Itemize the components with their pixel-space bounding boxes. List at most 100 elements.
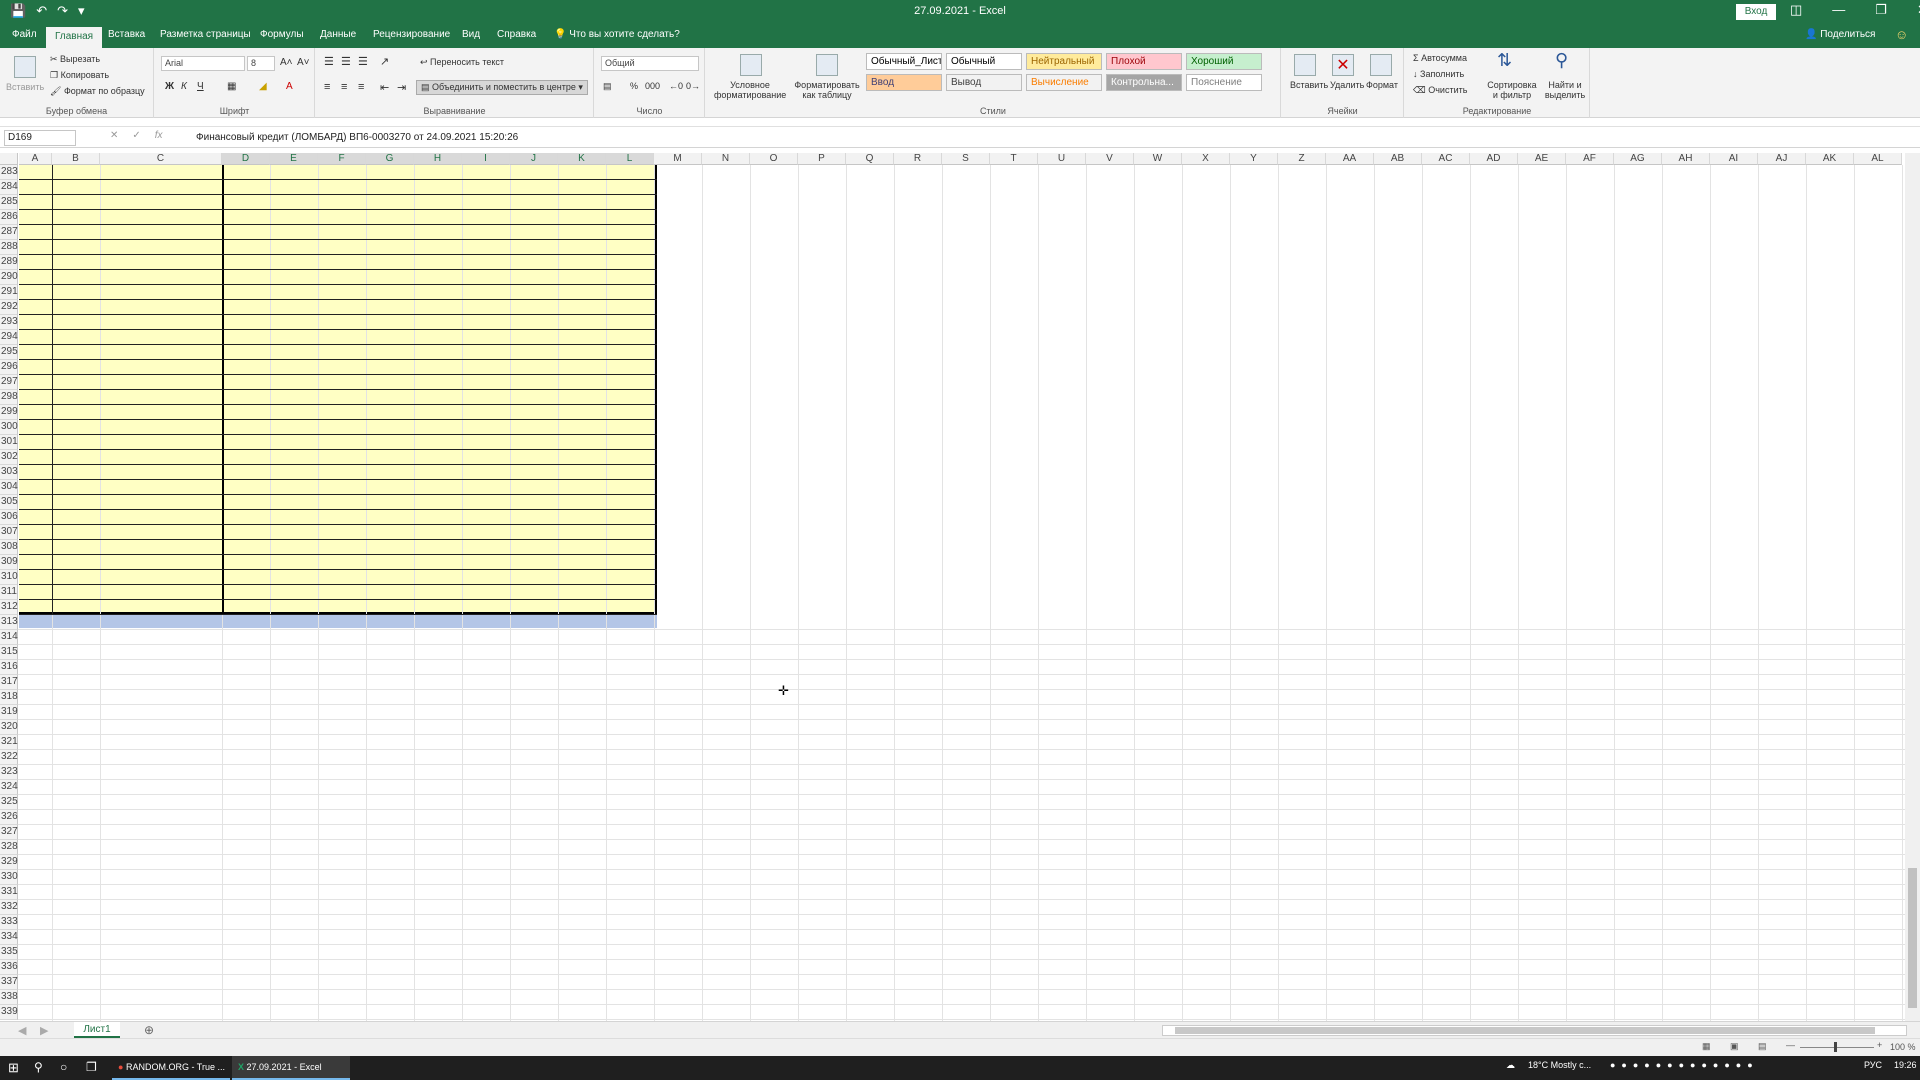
tab-review[interactable]: Рецензирование — [373, 29, 450, 40]
search-icon[interactable]: ⚲ — [34, 1060, 43, 1076]
accounting-format-icon[interactable]: ▤ — [603, 81, 612, 92]
row-header[interactable]: 287 — [0, 225, 18, 240]
row-header[interactable]: 335 — [0, 945, 18, 960]
taskbar-app-browser[interactable]: ● RANDOM.ORG - True ... — [112, 1056, 230, 1080]
zoom-slider-thumb[interactable] — [1834, 1042, 1837, 1052]
tab-view[interactable]: Вид — [462, 29, 480, 40]
row-header[interactable]: 301 — [0, 435, 18, 450]
tab-home[interactable]: Главная — [46, 27, 103, 48]
increase-decimal-icon[interactable]: ←0 — [669, 81, 683, 91]
bold-button[interactable]: Ж — [165, 81, 174, 92]
row-header[interactable]: 318 — [0, 690, 18, 705]
cell-style-item[interactable]: Контрольна... — [1106, 74, 1182, 91]
sort-filter-button[interactable]: Сортировка и фильтр — [1487, 80, 1537, 100]
row-header[interactable]: 289 — [0, 255, 18, 270]
row-header[interactable]: 321 — [0, 735, 18, 750]
column-header[interactable]: I — [462, 153, 510, 165]
column-header[interactable]: G — [366, 153, 414, 165]
horizontal-scroll-thumb[interactable] — [1175, 1027, 1875, 1034]
row-header[interactable]: 337 — [0, 975, 18, 990]
column-header[interactable]: AJ — [1758, 153, 1806, 165]
row-header[interactable]: 324 — [0, 780, 18, 795]
insert-function-icon[interactable]: fx — [155, 130, 163, 141]
column-header[interactable]: AD — [1470, 153, 1518, 165]
start-icon[interactable]: ⊞ — [8, 1060, 19, 1076]
percent-icon[interactable]: % — [630, 81, 638, 91]
find-select-icon[interactable]: ⚲ — [1555, 50, 1568, 71]
column-header[interactable]: X — [1182, 153, 1230, 165]
column-header[interactable]: AI — [1710, 153, 1758, 165]
column-header[interactable]: D — [222, 153, 270, 165]
column-header[interactable]: M — [654, 153, 702, 165]
column-header[interactable]: AL — [1854, 153, 1902, 165]
number-format-select[interactable]: Общий — [601, 56, 699, 71]
tab-page-layout[interactable]: Разметка страницы — [160, 29, 251, 40]
tab-data[interactable]: Данные — [320, 29, 356, 40]
sheet-prev-icon[interactable]: ◀ — [18, 1024, 26, 1037]
row-header[interactable]: 311 — [0, 585, 18, 600]
cell-style-item[interactable]: Вывод — [946, 74, 1022, 91]
decrease-decimal-icon[interactable]: 0→ — [686, 81, 700, 91]
cell-style-item[interactable]: Обычный_Лист1 — [866, 53, 942, 70]
row-header[interactable]: 292 — [0, 300, 18, 315]
row-header[interactable]: 310 — [0, 570, 18, 585]
row-header[interactable]: 329 — [0, 855, 18, 870]
column-header[interactable]: L — [606, 153, 654, 165]
row-header[interactable]: 298 — [0, 390, 18, 405]
row-header[interactable]: 284 — [0, 180, 18, 195]
column-header[interactable]: P — [798, 153, 846, 165]
cell-style-item[interactable]: Пояснение — [1186, 74, 1262, 91]
row-header[interactable]: 293 — [0, 315, 18, 330]
row-header[interactable]: 339 — [0, 1005, 18, 1020]
orientation-icon[interactable]: ↗ — [380, 55, 389, 68]
sign-in-button[interactable]: Вход — [1736, 4, 1776, 20]
column-header[interactable]: AA — [1326, 153, 1374, 165]
feedback-smile-icon[interactable]: ☺ — [1895, 27, 1908, 42]
select-all-corner[interactable] — [0, 153, 18, 165]
conditional-formatting-button[interactable]: Условное форматирование — [714, 80, 786, 100]
row-header[interactable]: 314 — [0, 630, 18, 645]
row-header[interactable]: 317 — [0, 675, 18, 690]
paste-button[interactable]: Вставить — [6, 82, 44, 92]
column-header[interactable]: E — [270, 153, 318, 165]
shrink-font-icon[interactable]: A˅ — [297, 57, 310, 68]
delete-cells-button[interactable]: Удалить — [1330, 80, 1364, 90]
row-header[interactable]: 331 — [0, 885, 18, 900]
column-header[interactable]: C — [100, 153, 222, 165]
row-header[interactable]: 312 — [0, 600, 18, 615]
zoom-out-icon[interactable]: — — [1786, 1040, 1795, 1050]
row-header[interactable]: 328 — [0, 840, 18, 855]
column-header[interactable]: T — [990, 153, 1038, 165]
autosum-button[interactable]: Σ Автосумма — [1413, 53, 1467, 63]
conditional-formatting-icon[interactable] — [740, 54, 762, 76]
column-header[interactable]: AH — [1662, 153, 1710, 165]
column-header[interactable]: B — [52, 153, 100, 165]
decrease-indent-icon[interactable]: ⇤ — [380, 81, 389, 94]
row-header[interactable]: 334 — [0, 930, 18, 945]
tab-formulas[interactable]: Формулы — [260, 29, 304, 40]
fill-color-icon[interactable]: ◢ — [259, 81, 267, 92]
horizontal-scrollbar[interactable] — [1162, 1025, 1907, 1036]
column-header[interactable]: V — [1086, 153, 1134, 165]
comma-style-icon[interactable]: 000 — [645, 81, 660, 91]
column-header[interactable]: O — [750, 153, 798, 165]
format-cells-button[interactable]: Формат — [1366, 80, 1398, 90]
insert-cells-icon[interactable] — [1294, 54, 1316, 76]
column-header[interactable]: F — [318, 153, 366, 165]
insert-cells-button[interactable]: Вставить — [1290, 80, 1328, 90]
copy-button[interactable]: ❐ Копировать — [50, 70, 109, 81]
normal-view-icon[interactable]: ▦ — [1702, 1041, 1711, 1052]
row-header[interactable]: 307 — [0, 525, 18, 540]
row-header[interactable]: 327 — [0, 825, 18, 840]
total-row-band[interactable] — [19, 615, 657, 628]
row-header[interactable]: 303 — [0, 465, 18, 480]
row-header[interactable]: 295 — [0, 345, 18, 360]
add-sheet-icon[interactable]: ⊕ — [144, 1023, 154, 1037]
weather-label[interactable]: 18°C Mostly c... — [1528, 1060, 1591, 1076]
row-header[interactable]: 322 — [0, 750, 18, 765]
row-header[interactable]: 316 — [0, 660, 18, 675]
row-header[interactable]: 315 — [0, 645, 18, 660]
vertical-scroll-thumb[interactable] — [1908, 868, 1917, 1008]
fill-button[interactable]: ↓ Заполнить — [1413, 69, 1464, 79]
format-painter-button[interactable]: 🖌 Формат по образцу — [50, 86, 145, 97]
